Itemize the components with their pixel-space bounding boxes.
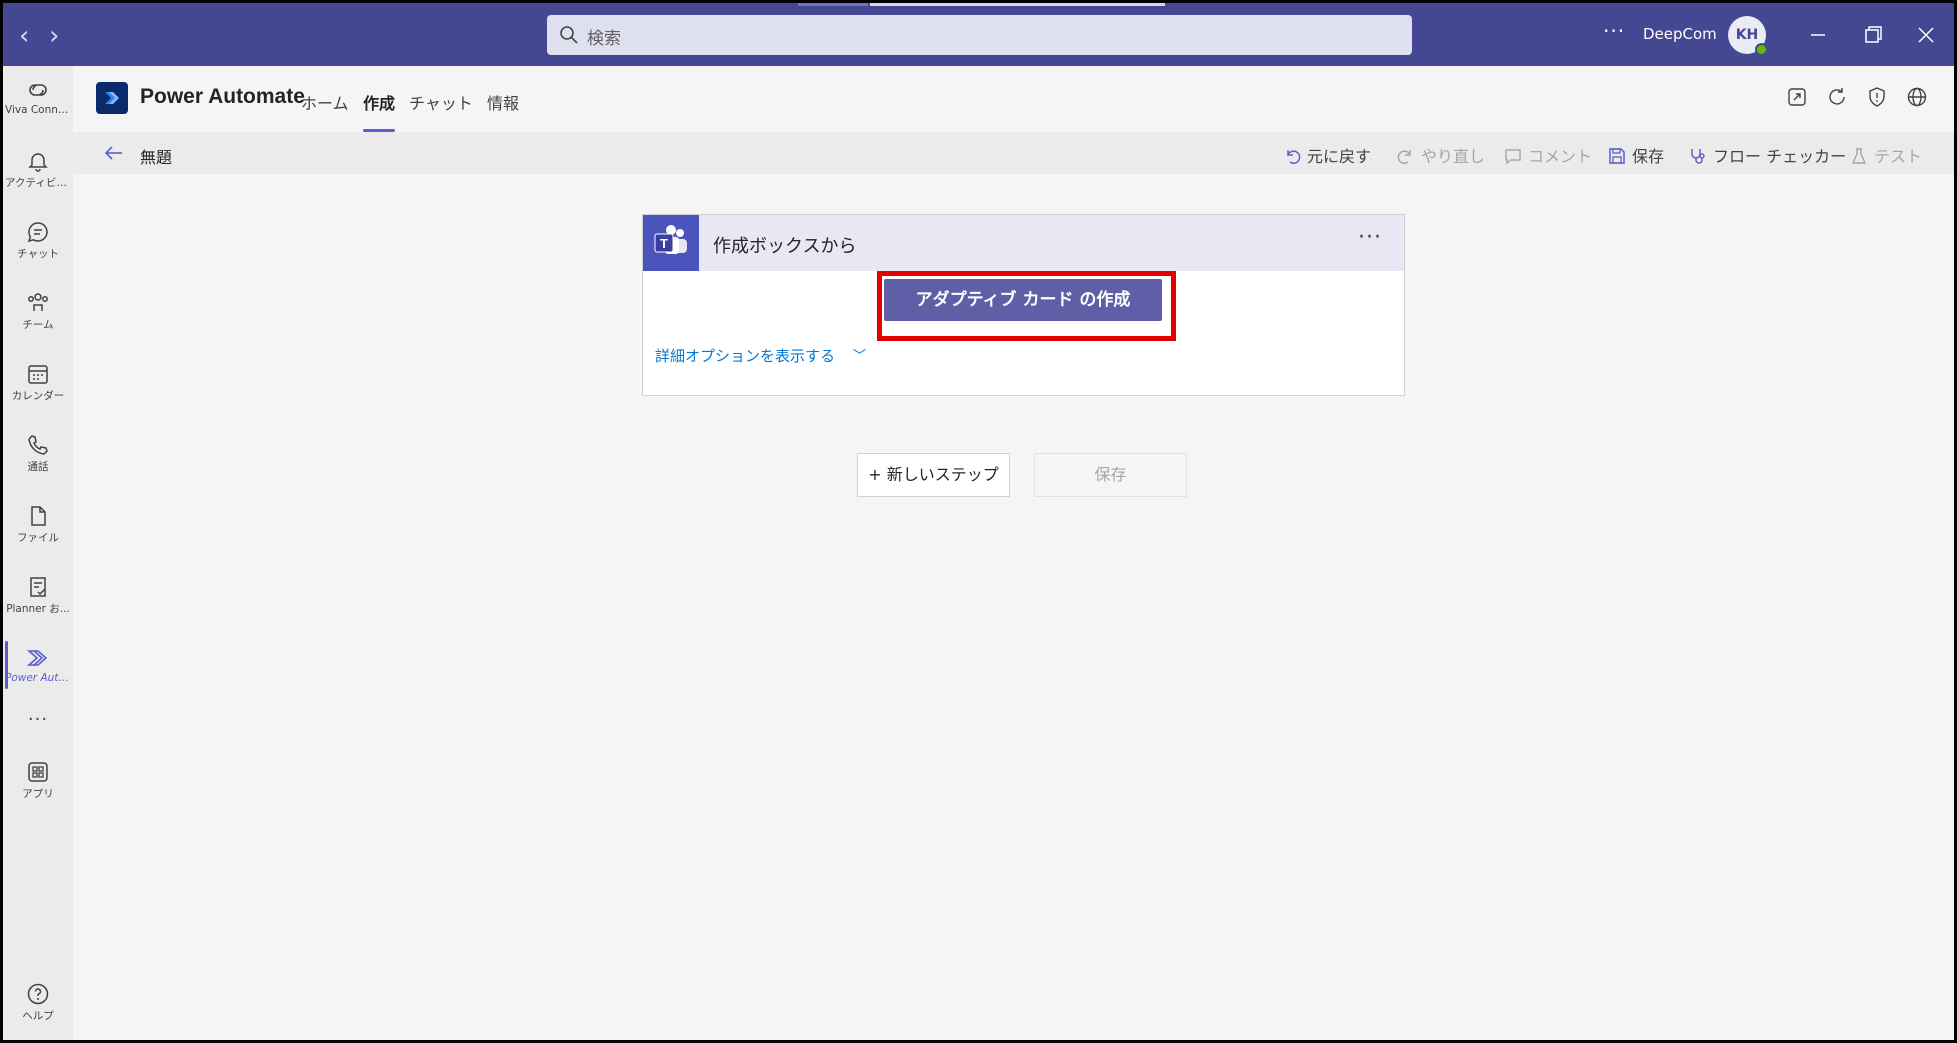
title-bar: ‹ › 検索 ··· DeepCom KH [3, 3, 1954, 66]
flask-icon [1851, 148, 1867, 164]
rail-label: アクティビティ [5, 177, 73, 189]
trigger-card: T 作成ボックスから ··· アダプティブ カード の作成 詳細オプションを表示… [642, 214, 1405, 396]
undo-button[interactable]: 元に戻す [1283, 143, 1371, 167]
bell-icon [28, 153, 48, 172]
rail-item-power-automate[interactable]: Power Auto... [3, 640, 73, 700]
rail-item-teams[interactable]: チーム [3, 285, 73, 345]
redo-button[interactable]: やり直し [1397, 143, 1485, 167]
rail-label: Power Auto... [5, 672, 73, 684]
flow-name[interactable]: 無題 [140, 144, 172, 168]
title-accent [798, 3, 868, 6]
comment-button[interactable]: コメント [1504, 143, 1592, 167]
back-arrow-icon[interactable] [103, 142, 125, 164]
teams-people-icon [28, 293, 48, 311]
rail-item-apps[interactable]: アプリ [3, 754, 73, 814]
rail-more-apps-icon[interactable]: ··· [3, 709, 73, 739]
tab-home[interactable]: ホーム [301, 90, 349, 114]
minimize-icon[interactable] [1800, 17, 1836, 53]
rail-item-calls[interactable]: 通話 [3, 427, 73, 487]
rail-label: チーム [22, 319, 54, 331]
save-icon [1609, 148, 1625, 164]
search-icon [560, 26, 578, 44]
card-more-options-icon[interactable]: ··· [1358, 225, 1382, 250]
rail-item-activity[interactable]: アクティビティ [3, 143, 73, 203]
tab-create[interactable]: 作成 [363, 90, 395, 114]
title-accent-2 [870, 3, 1165, 6]
undo-icon [1287, 150, 1301, 164]
apps-grid-icon [28, 762, 48, 782]
save-button[interactable]: 保存 [1608, 143, 1664, 167]
rail-item-chat[interactable]: チャット [3, 214, 73, 274]
forward-arrow-icon[interactable]: › [49, 21, 59, 51]
trigger-card-header[interactable]: T 作成ボックスから ··· [643, 215, 1404, 271]
refresh-icon[interactable] [1826, 86, 1848, 108]
power-automate-logo-icon [96, 82, 128, 114]
chat-icon [27, 222, 48, 243]
popout-icon[interactable] [1786, 86, 1808, 108]
test-button[interactable]: テスト [1850, 143, 1922, 167]
rail-label: Viva Conne... [5, 104, 73, 116]
teams-window: ‹ › 検索 ··· DeepCom KH Viva Conne... アクティ… [3, 3, 1954, 1040]
teams-logo-icon: T [643, 215, 699, 271]
phone-icon [28, 435, 48, 455]
rail-label: ファイル [17, 532, 59, 544]
rail-item-planner[interactable]: Planner お... [3, 569, 73, 629]
command-bar: 無題 元に戻す やり直し コメント 保存 フロー チェッカー テスト [73, 132, 1954, 174]
search-box[interactable]: 検索 [547, 15, 1412, 55]
rail-label: アプリ [22, 788, 54, 800]
power-automate-icon [26, 650, 48, 666]
tab-about[interactable]: 情報 [487, 90, 519, 114]
globe-icon[interactable] [1906, 86, 1928, 108]
search-placeholder: 検索 [587, 29, 621, 49]
rail-label: カレンダー [11, 390, 65, 402]
back-arrow-icon[interactable]: ‹ [19, 21, 29, 51]
save-label: 保存 [1632, 147, 1665, 166]
planner-icon [30, 577, 46, 597]
save-flow-button[interactable]: 保存 [1034, 453, 1187, 497]
app-title: Power Automate [140, 85, 305, 108]
viva-connections-icon [29, 84, 47, 96]
presence-available-icon [1755, 43, 1768, 56]
comment-icon [1505, 149, 1521, 165]
stethoscope-icon [1691, 149, 1705, 164]
close-icon[interactable] [1908, 17, 1944, 53]
new-step-button[interactable]: + 新しいステップ [857, 453, 1010, 497]
rail-item-viva-connections[interactable]: Viva Conne... [3, 72, 73, 132]
rail-label: ヘルプ [22, 1010, 54, 1022]
rail-label: Planner お... [6, 603, 70, 615]
rail-label: チャット [17, 248, 59, 260]
calendar-icon [28, 365, 48, 384]
more-options-icon[interactable]: ··· [1603, 19, 1625, 43]
file-icon [31, 506, 46, 526]
shield-icon[interactable] [1866, 86, 1888, 108]
rail-item-files[interactable]: ファイル [3, 498, 73, 558]
trigger-title: 作成ボックスから [713, 236, 857, 257]
tab-chat[interactable]: チャット [409, 90, 473, 114]
undo-label: 元に戻す [1307, 147, 1372, 166]
create-adaptive-card-button[interactable]: アダプティブ カード の作成 [884, 279, 1162, 321]
flow-checker-button[interactable]: フロー チェッカー [1689, 143, 1846, 167]
org-name[interactable]: DeepCom [1643, 25, 1717, 43]
rail-item-calendar[interactable]: カレンダー [3, 356, 73, 416]
test-label: テスト [1874, 147, 1923, 166]
app-rail: Viva Conne... アクティビティ チャット チーム カレンダー 通話 … [3, 66, 73, 1040]
help-icon [27, 983, 49, 1005]
app-header: Power Automate ホーム 作成 チャット 情報 [73, 66, 1954, 132]
svg-text:T: T [660, 236, 668, 251]
redo-label: やり直し [1421, 147, 1486, 166]
show-advanced-options-link[interactable]: 詳細オプションを表示する [655, 345, 835, 366]
comment-label: コメント [1528, 147, 1593, 166]
chevron-down-icon[interactable]: ﹀ [853, 345, 866, 364]
rail-label: 通話 [27, 461, 49, 473]
redo-icon [1397, 150, 1411, 164]
rail-item-help[interactable]: ヘルプ [3, 976, 73, 1036]
restore-icon[interactable] [1855, 17, 1891, 53]
flow-checker-label: フロー チェッカー [1713, 147, 1847, 166]
